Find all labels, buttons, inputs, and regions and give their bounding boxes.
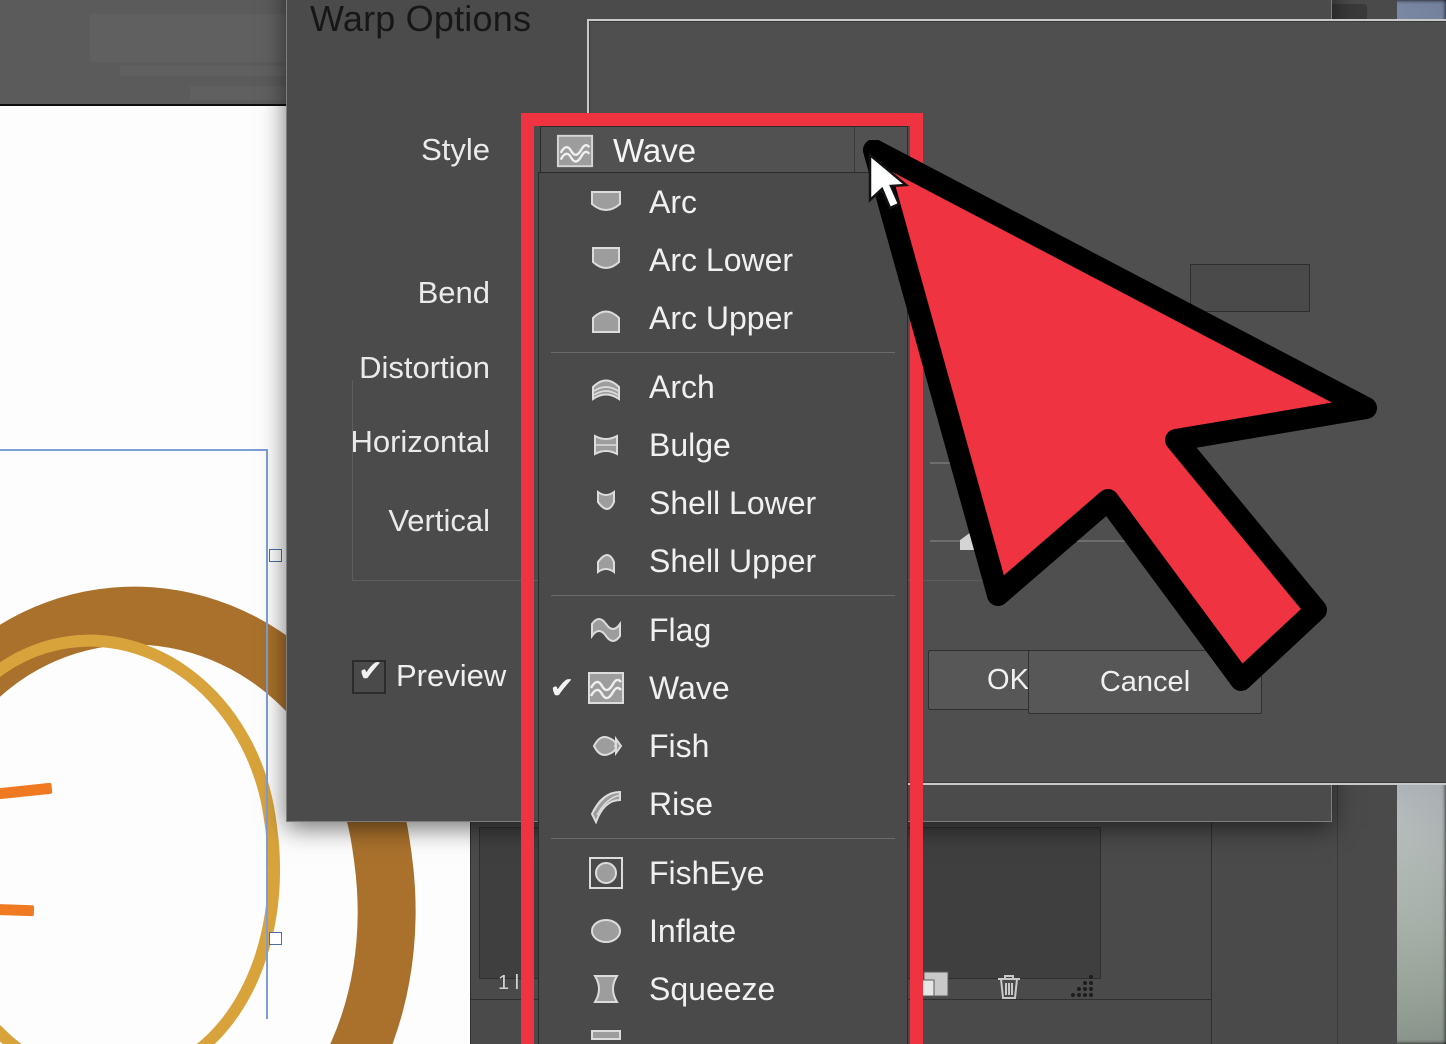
duplicate-layer-icon[interactable] xyxy=(914,966,954,1006)
menu-item-label: Inflate xyxy=(649,912,737,949)
menu-item-label: Squeeze xyxy=(649,970,776,1007)
menu-item-label: Arc Upper xyxy=(649,299,794,336)
warp-inflate-icon xyxy=(591,919,621,943)
menu-item-fish[interactable]: Fish xyxy=(539,717,907,775)
menu-item-label: Shell Lower xyxy=(649,484,817,521)
resize-grip-icon[interactable] xyxy=(1063,971,1097,1005)
menu-item-label: Shell Upper xyxy=(649,542,817,579)
warp-squeeze-icon xyxy=(593,975,619,1003)
warp-arc-lower-icon xyxy=(592,247,620,269)
menu-item-label: Bulge xyxy=(649,426,731,463)
warp-flag-icon xyxy=(591,618,621,642)
warp-rise-icon xyxy=(590,790,622,824)
selection-edge-top xyxy=(0,449,268,451)
menu-separator xyxy=(551,352,895,353)
selection-handle[interactable] xyxy=(269,932,282,945)
menu-item-fisheye[interactable]: FishEye xyxy=(539,844,907,902)
checkmark-icon: ✔ xyxy=(549,671,575,705)
style-combobox-value: Wave xyxy=(613,132,697,169)
warp-shell-lower-icon xyxy=(597,490,615,510)
warp-twist-icon xyxy=(591,1030,621,1040)
warp-wave-icon xyxy=(588,672,624,704)
bend-label: Bend xyxy=(417,275,490,310)
warp-arc-upper-icon xyxy=(592,310,620,333)
dialog-title: Warp Options xyxy=(310,0,532,39)
menu-item-partial[interactable] xyxy=(539,1018,907,1044)
menu-separator xyxy=(551,838,895,839)
warp-wave-icon xyxy=(556,134,594,168)
os-cursor-icon xyxy=(868,152,910,210)
preview-label: Preview xyxy=(396,658,507,693)
screenshot-root: swiss made cy xyxy=(0,0,1446,1044)
layer-count-label: 1 l xyxy=(498,972,520,994)
menu-item-label: Flag xyxy=(649,611,712,648)
warp-arch-icon xyxy=(592,379,620,401)
menu-item-rise[interactable]: Rise xyxy=(539,775,907,833)
menu-item-squeeze[interactable]: Squeeze xyxy=(539,960,907,1018)
selection-handle[interactable] xyxy=(269,549,282,562)
menu-item-label: Arch xyxy=(649,368,715,405)
warp-fish-icon xyxy=(592,735,623,757)
menu-item-label: FishEye xyxy=(649,854,765,891)
preview-checkbox[interactable]: ✔ xyxy=(352,655,386,694)
menu-item-label: Arc xyxy=(649,183,697,220)
warp-shell-upper-icon xyxy=(597,554,615,574)
style-label: Style xyxy=(421,132,490,167)
checkmark-icon: ✔ xyxy=(358,655,384,688)
menu-item-label: Rise xyxy=(649,785,714,822)
menu-item-label: Fish xyxy=(649,727,710,764)
menu-separator xyxy=(551,595,895,596)
mouse-cursor-arrow xyxy=(863,140,1377,691)
menu-item-label: Wave xyxy=(649,669,730,706)
menu-item-inflate[interactable]: Inflate xyxy=(539,902,907,960)
trash-icon[interactable] xyxy=(989,966,1029,1006)
warp-fisheye-icon xyxy=(589,857,623,889)
menu-item-label: Arc Lower xyxy=(649,241,794,278)
warp-arc-icon xyxy=(591,191,621,211)
warp-bulge-icon xyxy=(594,434,618,456)
